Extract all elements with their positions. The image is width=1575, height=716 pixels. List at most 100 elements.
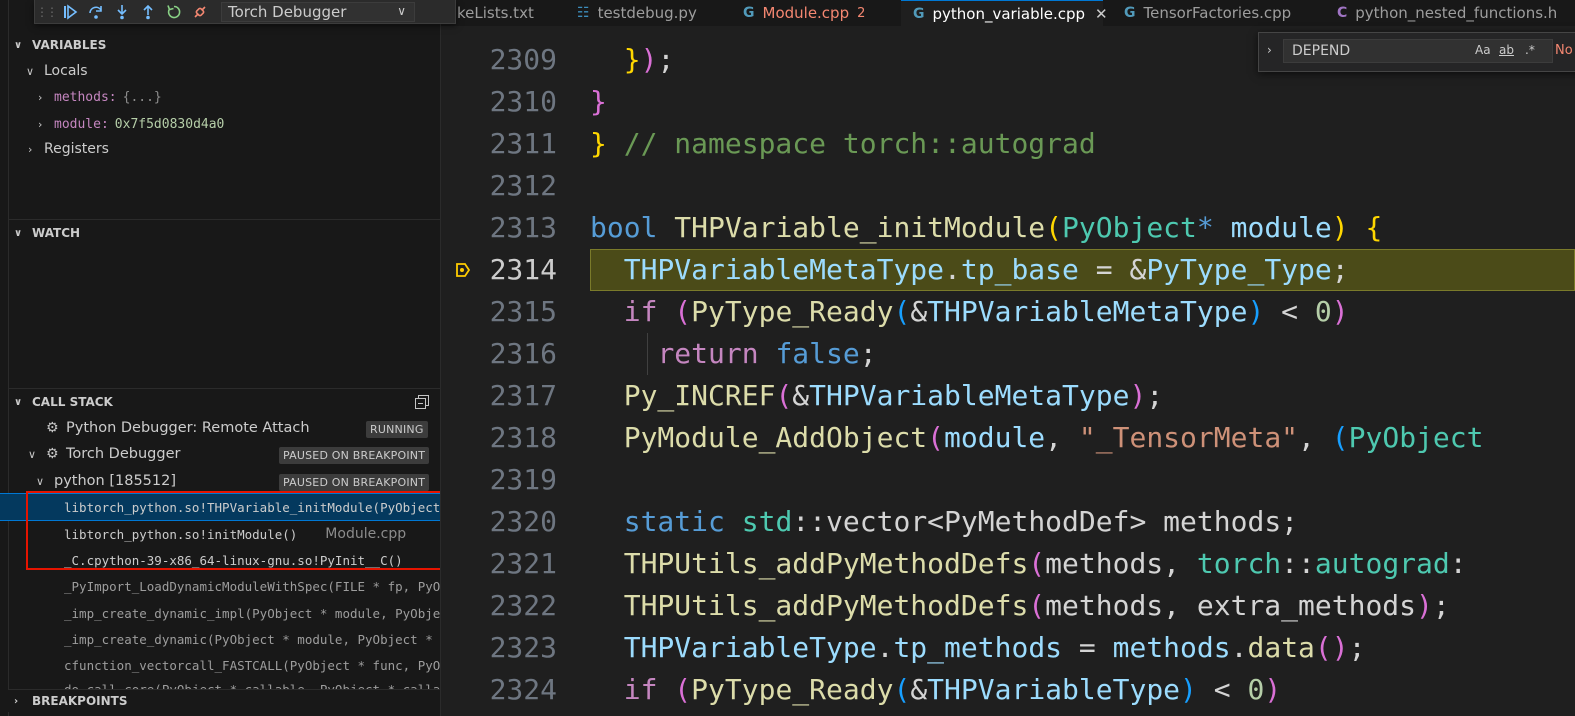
stack-frame[interactable]: _imp_create_dynamic(PyObject * module, P… (0, 626, 440, 652)
editor-tabs: keLists.txt ☷ testdebug.py G Module.cpp … (441, 0, 1575, 26)
watch-section-header[interactable]: ∨ WATCH (0, 222, 440, 244)
session-torch-debugger[interactable]: ∨ ⚙ Torch Debugger PAUSED ON BREAKPOINT (0, 441, 440, 467)
find-query: DEPEND (1292, 43, 1351, 59)
code-text: PyModule_AddObject(module, "_TensorMeta"… (623, 421, 1484, 454)
stack-frame[interactable]: cfunction_vectorcall_FASTCALL(PyObject *… (0, 652, 440, 678)
thread-python[interactable]: ∨ python [185512] PAUSED ON BREAKPOINT (0, 468, 440, 494)
variable-methods[interactable]: › methods: {...} (0, 84, 440, 110)
debug-sidebar: ∨ VARIABLES ∨ Locals › methods: {...} › … (0, 0, 441, 716)
stack-frame[interactable]: _PyImport_LoadDynamicModuleWithSpec(FILE… (0, 573, 440, 599)
variable-name: methods: (54, 89, 117, 105)
code-text: THPVariableType.tp_methods = methods.dat… (623, 631, 1366, 664)
line-number: 2315 (489, 295, 557, 328)
tab-testdebug[interactable]: ☷ testdebug.py (577, 0, 697, 26)
cpp-icon: G (1124, 5, 1136, 21)
frame-function: _PyImport_LoadDynamicModuleWithSpec(FILE… (64, 578, 440, 594)
debug-session-select[interactable]: Torch Debugger ∨ (221, 1, 415, 22)
line-number: 2317 (489, 379, 557, 412)
call-stack-title: CALL STACK (32, 395, 113, 409)
problem-count-badge: 2 (857, 5, 866, 21)
code-line: 2318 PyModule_AddObject(module, "_Tensor… (441, 417, 1575, 459)
code-line: 2319 (441, 459, 1575, 501)
tab-cmakelists[interactable]: keLists.txt (457, 0, 534, 26)
stack-frame[interactable]: _C.cpython-39-x86_64-linux-gnu.so!PyInit… (0, 547, 440, 573)
variable-value: {...} (122, 89, 162, 105)
line-number: 2322 (489, 589, 557, 622)
line-number: 2309 (489, 43, 557, 76)
variable-module[interactable]: › module: 0x7f5d0830d4a0 (0, 111, 440, 137)
frame-function: _imp_create_dynamic_impl(PyObject * modu… (64, 605, 440, 621)
stack-frame[interactable]: _imp_create_dynamic_impl(PyObject * modu… (0, 600, 440, 626)
frame-file: Module.cpp (325, 526, 407, 542)
tab-label: keLists.txt (457, 4, 534, 22)
whole-word-icon[interactable]: ab (1499, 43, 1514, 57)
line-number: 2311 (489, 127, 557, 160)
session-label: Python Debugger: Remote Attach (66, 420, 310, 436)
find-widget: › DEPEND Aa ab .* No (1258, 32, 1575, 72)
code-text: } (590, 85, 607, 118)
current-line: 2314 THPVariableMetaType.tp_base = &PyTy… (441, 249, 1575, 291)
chevron-down-icon: ∨ (14, 227, 23, 239)
stack-frame[interactable]: libtorch_python.so!THPVariable_initModul… (0, 493, 440, 521)
thread-label: python [185512] (54, 473, 176, 489)
chevron-right-icon[interactable]: › (1267, 43, 1272, 57)
registers-scope[interactable]: › Registers (0, 136, 440, 162)
code-text: return false; (657, 337, 877, 370)
tab-label: Module.cpp (762, 4, 850, 22)
call-stack-section-header[interactable]: ∨ CALL STACK (0, 391, 440, 413)
c-header-icon: C (1337, 5, 1348, 21)
chevron-down-icon: ∨ (397, 3, 406, 18)
step-over-icon[interactable] (83, 1, 109, 23)
code-text: Py_INCREF(&THPVariableMetaType); (623, 379, 1164, 412)
variables-section-header[interactable]: ∨ VARIABLES (0, 34, 440, 56)
chevron-right-icon: › (28, 142, 33, 156)
tab-python-variable-cpp[interactable]: G python_variable.cpp ✕ (901, 0, 1108, 26)
code-text: THPUtils_addPyMethodDefs(methods, torch:… (623, 547, 1467, 580)
chevron-down-icon: ∨ (36, 474, 45, 488)
locals-scope[interactable]: ∨ Locals (0, 58, 440, 84)
step-out-icon[interactable] (135, 1, 161, 23)
disconnect-icon[interactable] (187, 1, 213, 23)
breakpoints-section-header[interactable]: › BREAKPOINTS (0, 690, 440, 712)
debug-session-value: Torch Debugger (228, 2, 347, 21)
code-line: 2313 bool THPVariable_initModule(PyObjec… (441, 207, 1575, 249)
status-badge: RUNNING (366, 421, 428, 438)
code-text: bool THPVariable_initModule(PyObject* mo… (590, 211, 1383, 244)
tab-label: testdebug.py (597, 4, 697, 22)
close-icon[interactable]: ✕ (1095, 5, 1108, 23)
code-line: 2316 return false; (441, 333, 1575, 375)
code-line: 2321 THPUtils_addPyMethodDefs(methods, t… (441, 543, 1575, 585)
chevron-down-icon: ∨ (14, 39, 23, 51)
cpp-icon: G (743, 5, 755, 21)
line-number: 2314 (489, 253, 557, 286)
tab-tensorfactories[interactable]: G TensorFactories.cpp (1124, 0, 1291, 26)
code-line: 2310 } (441, 81, 1575, 123)
debug-toolbar: ⋮⋮ Torch Debugger ∨ (34, 0, 456, 24)
drag-handle-icon[interactable]: ⋮⋮ (35, 5, 58, 19)
variable-value: 0x7f5d0830d4a0 (114, 116, 225, 132)
line-number: 2321 (489, 547, 557, 580)
variables-title: VARIABLES (32, 38, 107, 52)
step-into-icon[interactable] (109, 1, 135, 23)
tab-module-cpp[interactable]: G Module.cpp 2 (743, 0, 865, 26)
tab-python-nested-functions[interactable]: C python_nested_functions.h (1337, 0, 1557, 26)
code-text: } // namespace torch::autograd (590, 127, 1096, 160)
stack-frame[interactable]: libtorch_python.so!initModule() Module.c… (0, 521, 440, 547)
line-number: 2323 (489, 631, 557, 664)
line-number: 2319 (489, 463, 557, 496)
status-badge: PAUSED ON BREAKPOINT (279, 474, 430, 491)
frame-function: _imp_create_dynamic(PyObject * module, P… (64, 631, 440, 647)
continue-icon[interactable] (57, 1, 83, 23)
line-number: 2313 (489, 211, 557, 244)
regex-icon[interactable]: .* (1525, 43, 1535, 57)
code-editor[interactable]: 2309 }); 2310 } 2311 } // namespace torc… (441, 26, 1575, 716)
registers-label: Registers (44, 141, 109, 157)
frame-function: cfunction_vectorcall_FASTCALL(PyObject *… (64, 657, 440, 673)
chevron-right-icon: › (38, 117, 43, 131)
code-line: 2323 THPVariableType.tp_methods = method… (441, 627, 1575, 669)
session-python-remote[interactable]: ⚙ Python Debugger: Remote Attach RUNNING (0, 415, 440, 441)
match-case-icon[interactable]: Aa (1475, 43, 1491, 57)
breakpoints-title: BREAKPOINTS (32, 694, 128, 708)
restart-icon[interactable] (161, 1, 187, 23)
collapse-all-icon[interactable] (414, 394, 430, 413)
